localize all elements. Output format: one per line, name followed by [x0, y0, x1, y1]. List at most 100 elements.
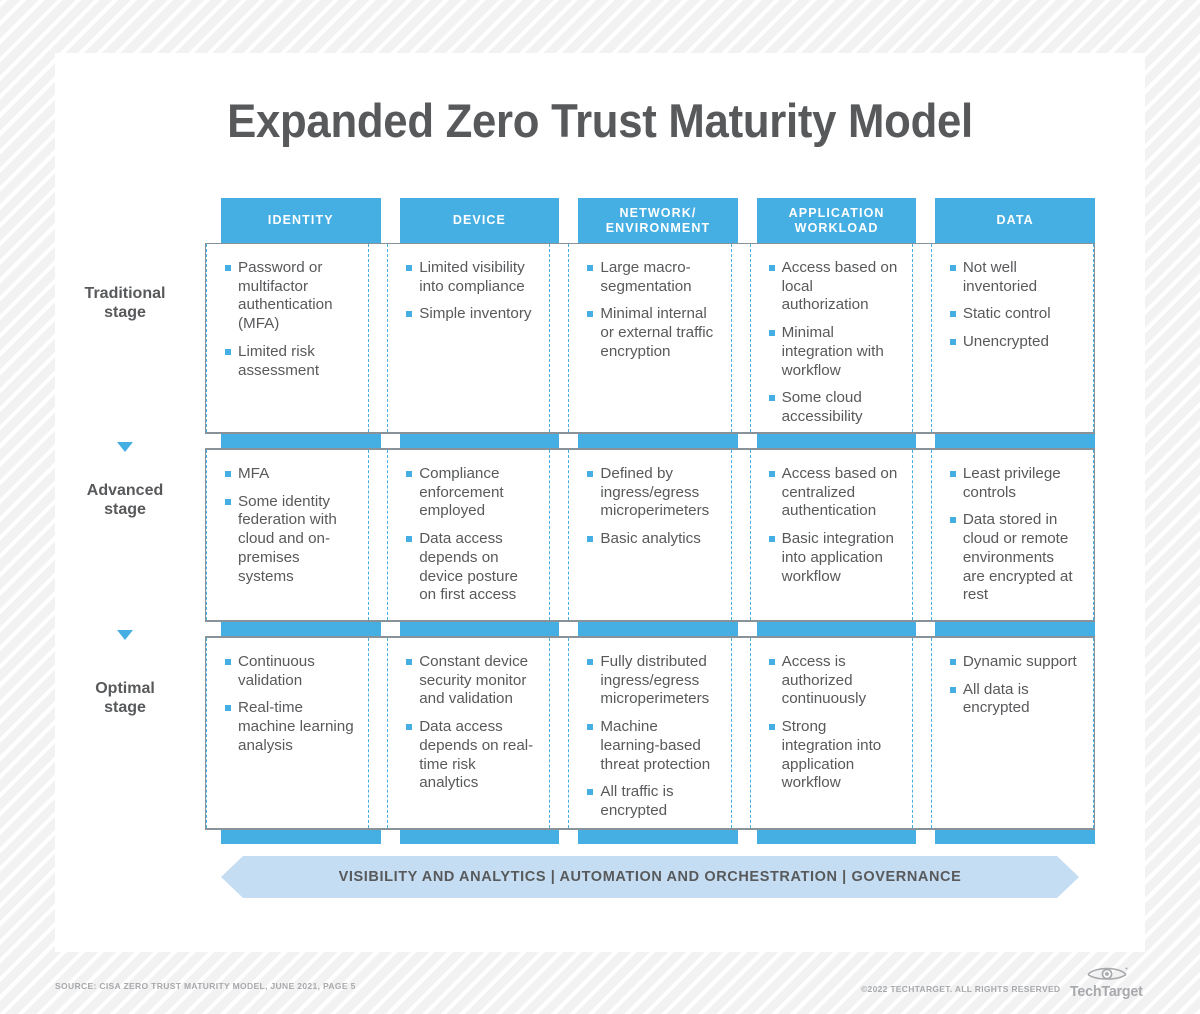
- connector-bar-segment: [399, 434, 560, 448]
- list-item-text: Static control: [962, 305, 1051, 323]
- connector-bar-segment: [756, 622, 917, 636]
- matrix-cell: Not well inventoried Static control Unencr…: [930, 244, 1095, 432]
- maturity-matrix: IDENTITY DEVICE NETWORK/ENVIRONMENT APPLICA…: [205, 198, 1095, 844]
- list-item: Least privilege controls: [949, 465, 1079, 502]
- bullet-list: Large macro-segmentation Minimal internal…: [587, 259, 716, 362]
- stage-row-traditional: Password or multifactor authentication (…: [205, 243, 1095, 449]
- list-item-text: Unencrypted: [962, 333, 1049, 351]
- list-item: Data access depends on device posture on…: [406, 530, 535, 605]
- connector-bar-segment: [221, 830, 381, 844]
- list-item-text: Not well inventoried: [962, 259, 1038, 295]
- list-item: Access based on centralized authenticati…: [768, 465, 898, 521]
- list-item: Basic analytics: [587, 530, 716, 549]
- bullet-square-icon: [949, 339, 956, 346]
- stage-label-line: stage: [104, 304, 146, 321]
- list-item: Unencrypted: [949, 333, 1079, 352]
- bullet-square-icon: [587, 265, 594, 271]
- source-note: SOURCE: CISA ZERO TRUST MATURITY MODEL, …: [55, 981, 356, 991]
- stage-row-optimal: Continuous validation Real-time machine l…: [205, 637, 1095, 844]
- bullet-square-icon: [225, 659, 231, 665]
- triangle-down-icon: [117, 630, 133, 640]
- stage-label-line: stage: [104, 699, 146, 716]
- bullet-square-icon: [949, 517, 956, 524]
- stage-label-line: stage: [104, 501, 146, 518]
- column-header-device: DEVICE: [399, 198, 560, 243]
- list-item-text: Some identity federation with cloud and …: [238, 492, 337, 585]
- list-item-text: Data access depends on real-time risk an…: [419, 718, 534, 792]
- list-item-text: Data access depends on device posture on…: [419, 530, 518, 604]
- bullet-square-icon: [406, 265, 413, 271]
- list-item-text: Basic integration into application workf…: [781, 530, 894, 585]
- bullet-square-icon: [225, 705, 231, 712]
- list-item-text: Machine learning-based threat protection: [600, 718, 711, 773]
- bullet-square-icon: [949, 471, 956, 477]
- stage-label-optimal: Optimal stage: [55, 679, 195, 717]
- list-item-text: Simple inventory: [419, 305, 532, 323]
- bullet-square-icon: [587, 724, 594, 731]
- bullet-square-icon: [768, 395, 775, 402]
- list-item-text: Large macro-segmentation: [600, 259, 692, 295]
- column-header-line: NETWORK/: [619, 205, 697, 220]
- connector-bar-segment: [935, 434, 1095, 448]
- bullet-list: Fully distributed ingress/egress micrope…: [587, 653, 716, 821]
- stage-progress-arrow-icon: [55, 628, 195, 643]
- column-header-line: APPLICATION: [788, 205, 885, 220]
- list-item: Constant device security monitor and val…: [406, 653, 535, 709]
- list-item: Dynamic support: [949, 653, 1079, 672]
- bullet-square-icon: [768, 265, 775, 271]
- bullet-list: MFA Some identity federation with cloud a…: [225, 465, 354, 586]
- techtarget-logo: TechTarget: [1068, 963, 1145, 999]
- bullet-list: Access based on centralized authenticati…: [768, 465, 898, 586]
- bullet-square-icon: [768, 471, 775, 477]
- bullet-square-icon: [406, 311, 413, 318]
- matrix-cell: Continuous validation Real-time machine l…: [206, 638, 370, 828]
- footer-right: ©2022 TECHTARGET. ALL RIGHTS RESERVED Te…: [861, 963, 1145, 999]
- bullet-list: Continuous validation Real-time machine l…: [225, 653, 354, 756]
- triangle-down-icon: [117, 442, 133, 452]
- stage-label-line: Advanced: [86, 482, 164, 499]
- list-item: Machine learning-based threat protection: [587, 718, 716, 774]
- bullet-list: Constant device security monitor and val…: [406, 653, 535, 793]
- list-item: Simple inventory: [406, 305, 535, 324]
- list-item-text: Dynamic support: [962, 653, 1077, 670]
- list-item-text: Strong integration into application work…: [781, 718, 882, 792]
- matrix-cell: MFA Some identity federation with cloud a…: [206, 450, 370, 620]
- list-item: Compliance enforcement employed: [406, 465, 535, 521]
- bullet-square-icon: [225, 348, 231, 355]
- list-item-text: Data stored in cloud or remote environme…: [962, 511, 1073, 604]
- list-item-text: Limited risk assessment: [238, 342, 320, 379]
- list-item-text: Some cloud accessibility: [781, 389, 863, 425]
- connector-bar-segment: [221, 622, 381, 636]
- column-header-data: DATA: [935, 198, 1095, 243]
- list-item-text: Continuous validation: [238, 653, 315, 689]
- list-item-text: Minimal internal or external traffic enc…: [600, 305, 714, 360]
- column-header-line: ENVIRONMENT: [605, 220, 711, 235]
- connector-bar-segment: [756, 830, 917, 844]
- list-item-text: Access based on local authorization: [781, 259, 898, 314]
- list-item: Limited risk assessment: [225, 343, 354, 380]
- bullet-list: Defined by ingress/egress microperimeter…: [587, 465, 716, 549]
- stage-row-box: Continuous validation Real-time machine l…: [205, 637, 1095, 829]
- list-item: All data is encrypted: [949, 681, 1079, 718]
- list-item-text: Minimal integration with workflow: [781, 324, 884, 379]
- bullet-square-icon: [225, 498, 231, 505]
- bullet-square-icon: [949, 265, 956, 271]
- bullet-list: Access is authorized continuously Strong …: [768, 653, 898, 793]
- matrix-cell: Fully distributed ingress/egress micrope…: [568, 638, 732, 828]
- list-item-text: Fully distributed ingress/egress micrope…: [600, 653, 710, 708]
- banner-label: VISIBILITY AND ANALYTICS | AUTOMATION AN…: [338, 869, 962, 885]
- matrix-cell: Least privilege controls Data stored in c…: [930, 450, 1095, 620]
- stage-connector-bar: [205, 621, 1095, 637]
- list-item: Minimal internal or external traffic enc…: [587, 305, 716, 361]
- matrix-cell: Large macro-segmentation Minimal internal…: [568, 244, 732, 432]
- bullet-square-icon: [768, 659, 775, 665]
- bullet-square-icon: [406, 471, 413, 477]
- list-item-text: Real-time machine learning analysis: [238, 699, 354, 754]
- stage-row-advanced: MFA Some identity federation with cloud a…: [205, 449, 1095, 637]
- connector-bar-segment: [935, 622, 1095, 636]
- list-item: Data access depends on real-time risk an…: [406, 718, 535, 793]
- list-item-text: Least privilege controls: [962, 465, 1061, 501]
- column-header-identity: IDENTITY: [221, 198, 381, 243]
- list-item: Basic integration into application workf…: [768, 530, 898, 586]
- list-item-text: Limited visibility into compliance: [419, 259, 525, 295]
